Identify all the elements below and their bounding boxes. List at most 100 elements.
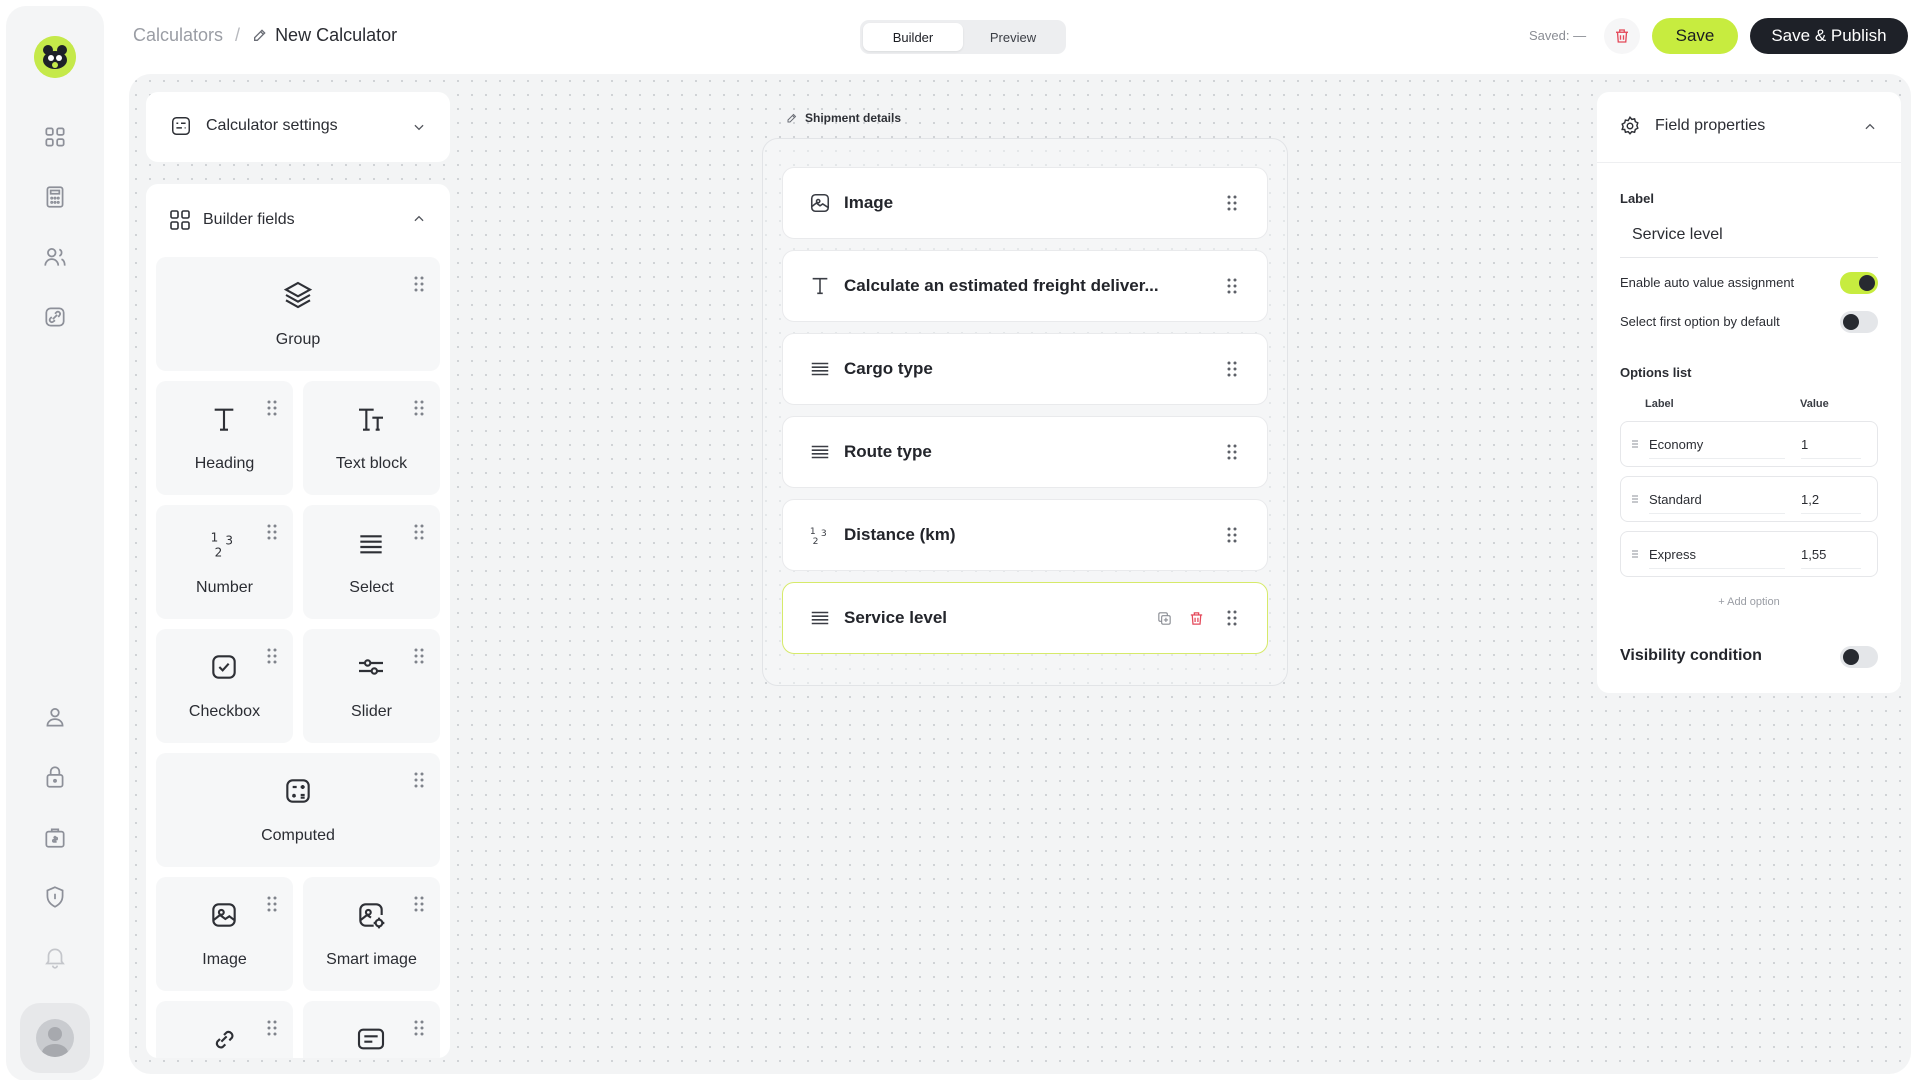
field-tile-label: Slider: [351, 703, 392, 720]
canvas-field-label: Service level: [844, 608, 948, 627]
option-row[interactable]: Economy 1: [1620, 421, 1878, 467]
svg-text:2: 2: [215, 545, 223, 559]
calculator-settings-panel[interactable]: Calculator settings: [146, 92, 450, 162]
option-label[interactable]: Standard: [1649, 492, 1702, 507]
label-input[interactable]: Service level: [1620, 216, 1878, 258]
trash-icon: [1616, 29, 1628, 43]
svg-text:2: 2: [813, 536, 819, 546]
drag-handle-icon: [414, 400, 424, 416]
field-tile-select[interactable]: Select: [303, 505, 440, 619]
calculator-name[interactable]: New Calculator: [275, 25, 397, 46]
canvas-field-label: Route type: [844, 442, 932, 461]
tab-preview[interactable]: Preview: [963, 23, 1063, 51]
canvas-field-heading[interactable]: Calculate an estimated freight deliver..…: [782, 250, 1268, 322]
app-sidebar: [6, 6, 104, 1080]
field-tile-group[interactable]: Group: [156, 257, 440, 371]
field-tile-label: Image: [202, 951, 247, 968]
field-tile-computed[interactable]: Computed: [156, 753, 440, 867]
shield-icon[interactable]: [42, 884, 68, 910]
options-list-title: Options list: [1620, 365, 1692, 380]
tab-builder[interactable]: Builder: [863, 23, 963, 51]
save-button[interactable]: Save: [1652, 18, 1738, 54]
divider: [1597, 162, 1901, 163]
link-icon[interactable]: [42, 304, 68, 330]
svg-text:1: 1: [211, 531, 219, 545]
field-tile-card[interactable]: [303, 1001, 440, 1058]
drag-handle-icon: [414, 648, 424, 664]
option-value[interactable]: 1,2: [1801, 492, 1819, 507]
builder-fields-panel: Builder fields Group Heading Text block: [146, 184, 450, 1058]
label-caption: Label: [1620, 191, 1654, 206]
canvas-field-service-level[interactable]: Service level: [782, 582, 1268, 654]
field-properties-title: Field properties: [1655, 117, 1766, 134]
drag-handle-icon: [1227, 527, 1237, 543]
option-label[interactable]: Express: [1649, 547, 1696, 562]
image-icon: [208, 899, 240, 931]
number-icon: 132: [208, 527, 240, 559]
add-option-button[interactable]: + Add option: [1597, 596, 1901, 608]
drag-handle-icon: [267, 648, 277, 664]
field-tile-smart-image[interactable]: Smart image: [303, 877, 440, 991]
option-value[interactable]: 1: [1801, 437, 1808, 452]
dashboard-icon[interactable]: [42, 124, 68, 150]
field-tile-label: Heading: [194, 455, 255, 472]
visibility-condition-row: Visibility condition: [1620, 646, 1878, 668]
option-label[interactable]: Economy: [1649, 437, 1703, 452]
field-tile-label: Computed: [261, 827, 335, 844]
checkbox-icon: [208, 651, 240, 683]
select-first-toggle[interactable]: [1840, 311, 1878, 333]
billing-icon[interactable]: [42, 824, 68, 850]
lock-icon[interactable]: [42, 764, 68, 790]
field-tile-label: Text block: [335, 455, 408, 472]
grid-icon: [170, 210, 190, 230]
field-tile-heading[interactable]: Heading: [156, 381, 293, 495]
edit-icon: [787, 113, 797, 123]
text-block-icon: [355, 403, 387, 435]
canvas-field-distance[interactable]: 132 Distance (km): [782, 499, 1268, 571]
option-value[interactable]: 1,55: [1801, 547, 1826, 562]
field-tile-label: Number: [196, 579, 253, 596]
option-row[interactable]: Express 1,55: [1620, 531, 1878, 577]
app-logo[interactable]: [34, 36, 76, 78]
canvas-field-label: Distance (km): [844, 525, 956, 544]
auto-value-toggle[interactable]: [1840, 272, 1878, 294]
save-publish-button[interactable]: Save & Publish: [1750, 18, 1908, 54]
breadcrumb-calculators[interactable]: Calculators: [133, 25, 223, 46]
trash-icon[interactable]: [1188, 610, 1205, 627]
field-tile-slider[interactable]: Slider: [303, 629, 440, 743]
drag-handle-icon: [1631, 438, 1639, 450]
duplicate-icon[interactable]: [1156, 610, 1173, 627]
field-tile-image[interactable]: Image: [156, 877, 293, 991]
chevron-up-icon[interactable]: [1863, 120, 1877, 134]
canvas-field-route-type[interactable]: Route type: [782, 416, 1268, 488]
select-icon: [355, 527, 387, 559]
gear-icon: [1621, 116, 1639, 135]
user-avatar[interactable]: [20, 1003, 90, 1073]
drag-handle-icon: [414, 896, 424, 912]
edit-icon[interactable]: [252, 27, 268, 43]
field-tile-link[interactable]: [156, 1001, 293, 1058]
smart-image-icon: [355, 899, 387, 931]
canvas-field-image[interactable]: Image: [782, 167, 1268, 239]
drag-handle-icon: [1227, 610, 1237, 626]
field-tile-checkbox[interactable]: Checkbox: [156, 629, 293, 743]
group-title[interactable]: Shipment details: [786, 111, 901, 125]
field-tile-label: Smart image: [326, 951, 417, 968]
drag-handle-icon: [414, 772, 424, 788]
canvas-field-cargo-type[interactable]: Cargo type: [782, 333, 1268, 405]
heading-icon: [208, 403, 240, 435]
canvas-field-label: Cargo type: [844, 359, 933, 378]
delete-calculator-button[interactable]: [1604, 18, 1640, 54]
users-icon[interactable]: [42, 244, 68, 270]
field-tile-label: Group: [275, 331, 321, 348]
visibility-toggle[interactable]: [1840, 646, 1878, 668]
option-row[interactable]: Standard 1,2: [1620, 476, 1878, 522]
toggle-label: Select first option by default: [1620, 314, 1780, 329]
field-tile-text-block[interactable]: Text block: [303, 381, 440, 495]
field-tile-number[interactable]: 132 Number: [156, 505, 293, 619]
number-icon: 132: [809, 524, 831, 546]
card-icon: [355, 1023, 387, 1055]
profile-icon[interactable]: [42, 704, 68, 730]
bell-icon[interactable]: [42, 944, 68, 970]
calculator-icon[interactable]: [42, 184, 68, 210]
